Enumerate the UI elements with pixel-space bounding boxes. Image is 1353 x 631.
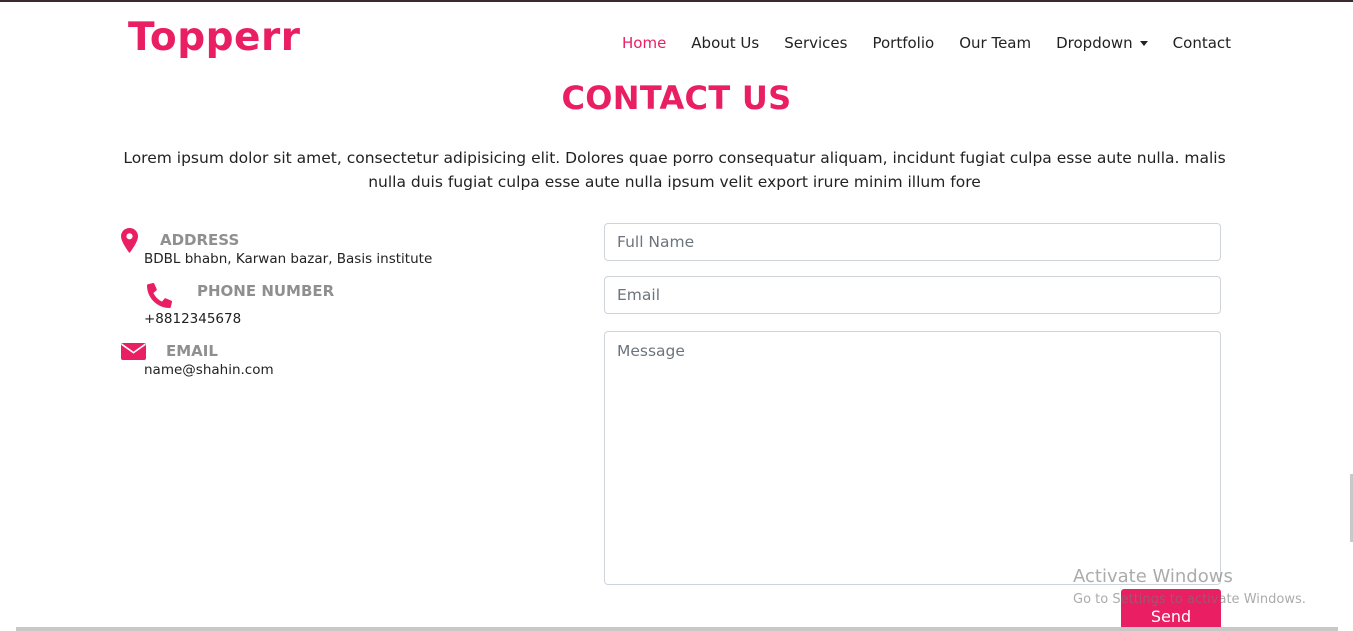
nav-item-our-team[interactable]: Our Team [959, 33, 1031, 53]
nav-item-home[interactable]: Home [622, 33, 666, 53]
email-input[interactable] [604, 276, 1221, 314]
phone-value: +8812345678 [144, 311, 242, 327]
nav-dropdown-label: Dropdown [1056, 34, 1133, 52]
main-nav: Home About Us Services Portfolio Our Tea… [622, 33, 1231, 53]
contact-intro: Lorem ipsum dolor sit amet, consectetur … [123, 149, 1226, 191]
horizontal-scrollbar[interactable] [16, 627, 1338, 631]
nav-item-services[interactable]: Services [784, 33, 847, 53]
nav-item-dropdown[interactable]: Dropdown [1056, 33, 1148, 53]
send-button[interactable]: Send [1121, 589, 1221, 631]
nav-item-contact[interactable]: Contact [1173, 33, 1231, 53]
email-label: EMAIL [166, 342, 218, 360]
contact-title: CONTACT US [561, 79, 792, 117]
message-textarea[interactable] [604, 331, 1221, 585]
address-value: BDBL bhabn, Karwan bazar, Basis institut… [144, 251, 433, 267]
caret-down-icon [1139, 41, 1148, 46]
full-name-input[interactable] [604, 223, 1221, 261]
top-border [0, 0, 1353, 2]
phone-icon [147, 283, 172, 312]
email-value: name@shahin.com [144, 362, 274, 378]
address-label: ADDRESS [160, 231, 240, 249]
nav-item-portfolio[interactable]: Portfolio [872, 33, 934, 53]
nav-item-about-us[interactable]: About Us [691, 33, 759, 53]
phone-label: PHONE NUMBER [197, 282, 335, 300]
map-marker-icon [121, 228, 138, 257]
site-logo[interactable]: Topperr [128, 14, 300, 62]
envelope-icon [121, 343, 146, 364]
